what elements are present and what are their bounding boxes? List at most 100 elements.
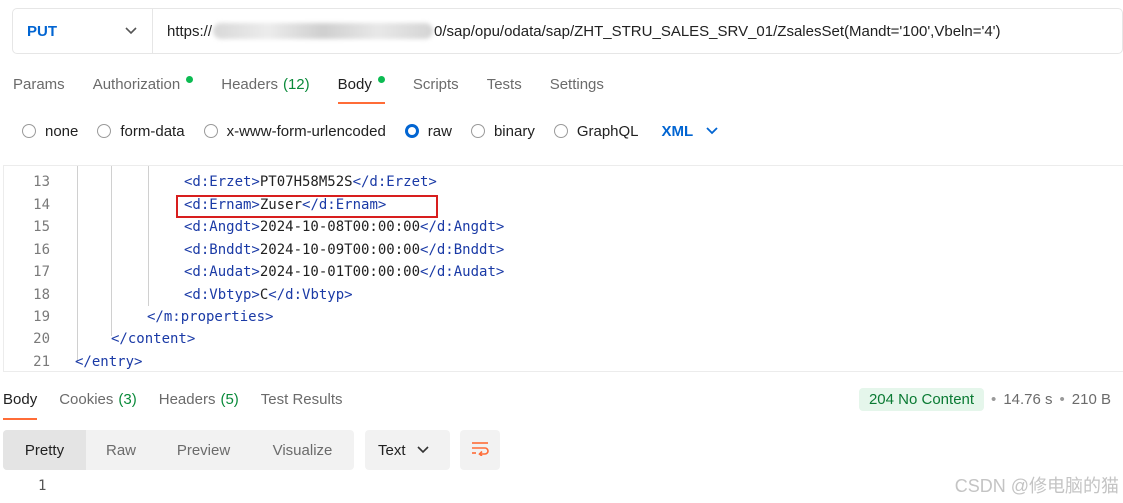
url-host-redacted — [213, 23, 434, 39]
code-line: 17 <d:Audat>2024-10-01T00:00:00</d:Audat… — [4, 261, 1123, 283]
button-label: Preview — [176, 441, 231, 459]
status-dot-icon — [186, 76, 194, 83]
xml-text: 2024-10-09T00:00:00 — [259, 242, 421, 258]
line-number: 17 — [33, 264, 50, 280]
method-label: PUT — [27, 22, 57, 40]
xml-close-tag: </d:Audat> — [420, 264, 505, 280]
tab-label: Body — [337, 76, 372, 93]
tab-label: Settings — [549, 76, 604, 93]
option-label: form-data — [120, 122, 185, 140]
url-prefix: https:// — [167, 22, 213, 40]
body-type-urlencoded[interactable]: x-www-form-urlencoded — [203, 123, 386, 140]
body-type-options: none form-data x-www-form-urlencoded raw… — [22, 120, 723, 142]
view-pretty-button[interactable]: Pretty — [3, 430, 86, 470]
tab-label: Body — [3, 391, 38, 408]
xml-text: PT07H58M52S — [259, 174, 353, 190]
tab-label: Test Results — [260, 391, 343, 408]
radio-selected-icon — [404, 124, 419, 138]
tab-label: Cookies — [59, 391, 114, 408]
radio-icon — [22, 124, 36, 138]
tab-label: Params — [13, 76, 65, 93]
code-line: 14 <d:Ernam>Zuser</d:Ernam> — [4, 194, 1123, 216]
radio-icon — [97, 124, 112, 138]
tab-count: (12) — [282, 76, 310, 93]
xml-open-tag: <d:Bnddt> — [184, 242, 260, 258]
body-type-graphql[interactable]: GraphQL — [553, 123, 639, 140]
tab-tests[interactable]: Tests — [487, 70, 522, 104]
wrap-lines-icon — [470, 440, 490, 461]
response-line-number: 1 — [38, 478, 47, 494]
button-label: Visualize — [272, 441, 333, 459]
line-number: 15 — [33, 219, 50, 235]
xml-open-tag: <d:Vbtyp> — [184, 287, 260, 303]
wrap-lines-button[interactable] — [460, 430, 500, 470]
button-label: Raw — [105, 441, 136, 459]
xml-text: 2024-10-01T00:00:00 — [259, 264, 421, 280]
xml-close-tag: </content> — [111, 331, 196, 347]
body-type-binary[interactable]: binary — [470, 122, 535, 140]
xml-open-tag: <d:Audat> — [184, 264, 260, 280]
tab-label: Headers — [221, 76, 278, 93]
tab-response-body[interactable]: Body — [3, 390, 38, 420]
chevron-down-icon — [412, 439, 434, 461]
format-label: XML — [661, 122, 694, 140]
status-badge[interactable]: 204 No Content — [858, 388, 985, 411]
body-type-none[interactable]: none — [22, 123, 78, 140]
format-select[interactable]: XML — [662, 120, 724, 142]
code-line: 21 </entry> — [4, 351, 1123, 371]
xml-open-tag: <d:Erzet> — [184, 174, 260, 190]
response-time[interactable]: 14.76 s — [1003, 391, 1052, 408]
code-editor[interactable]: 13 <d:Erzet>PT07H58M52S</d:Erzet> 14 <d:… — [3, 165, 1123, 372]
method-select[interactable]: PUT — [13, 9, 153, 53]
option-label: none — [45, 122, 79, 140]
code-line: 16 <d:Bnddt>2024-10-09T00:00:00</d:Bnddt… — [4, 239, 1123, 261]
url-input[interactable]: https:// 0/sap/opu/odata/sap/ZHT_STRU_SA… — [153, 23, 1001, 40]
button-label: Pretty — [24, 441, 65, 459]
line-number: 21 — [33, 354, 50, 370]
view-raw-button[interactable]: Raw — [86, 430, 156, 470]
separator: • — [1059, 391, 1065, 408]
chevron-down-icon — [701, 120, 723, 142]
url-suffix: 0/sap/opu/odata/sap/ZHT_STRU_SALES_SRV_0… — [434, 22, 1001, 40]
response-format-select[interactable]: Text — [365, 430, 450, 470]
tab-authorization[interactable]: Authorization — [93, 70, 194, 104]
url-bar: PUT https:// 0/sap/opu/odata/sap/ZHT_STR… — [12, 8, 1123, 54]
radio-icon — [470, 124, 485, 138]
tab-headers[interactable]: Headers (12) — [221, 70, 309, 104]
response-tabs: Body Cookies (3) Headers (5) Test Results — [3, 390, 365, 420]
code-line: 15 <d:Angdt>2024-10-08T00:00:00</d:Angdt… — [4, 216, 1123, 238]
radio-icon — [553, 124, 568, 138]
tab-scripts[interactable]: Scripts — [413, 70, 459, 104]
watermark: CSDN @修电脑的猫 — [954, 476, 1119, 496]
option-label: binary — [493, 122, 535, 140]
tab-test-results[interactable]: Test Results — [261, 390, 343, 420]
tab-params[interactable]: Params — [13, 70, 65, 104]
tab-settings[interactable]: Settings — [550, 70, 604, 104]
tab-label: Tests — [486, 76, 522, 93]
xml-close-tag: </d:Erzet> — [352, 174, 437, 190]
option-label: raw — [427, 122, 452, 140]
view-preview-button[interactable]: Preview — [156, 430, 251, 470]
body-type-raw[interactable]: raw — [404, 122, 452, 140]
tab-count: (5) — [220, 391, 239, 408]
view-visualize-button[interactable]: Visualize — [251, 430, 354, 470]
tab-label: Authorization — [92, 76, 181, 93]
tab-label: Scripts — [412, 76, 459, 93]
body-type-form-data[interactable]: form-data — [97, 122, 185, 140]
format-label: Text — [378, 441, 406, 459]
line-number: 14 — [33, 197, 50, 213]
separator: • — [991, 391, 997, 408]
radio-icon — [203, 124, 218, 138]
tab-body[interactable]: Body — [337, 70, 386, 104]
line-number: 20 — [33, 331, 50, 347]
chevron-down-icon — [120, 20, 142, 42]
line-number: 19 — [33, 309, 50, 325]
code-line: 18 <d:Vbtyp>C</d:Vbtyp> — [4, 284, 1123, 306]
tab-count: (3) — [118, 391, 137, 408]
xml-text: 2024-10-08T00:00:00 — [259, 219, 421, 235]
code-line: 13 <d:Erzet>PT07H58M52S</d:Erzet> — [4, 171, 1123, 193]
tab-response-headers[interactable]: Headers (5) — [159, 390, 239, 420]
response-size[interactable]: 210 B — [1072, 391, 1111, 408]
highlight-box — [176, 195, 438, 218]
tab-response-cookies[interactable]: Cookies (3) — [59, 390, 137, 420]
